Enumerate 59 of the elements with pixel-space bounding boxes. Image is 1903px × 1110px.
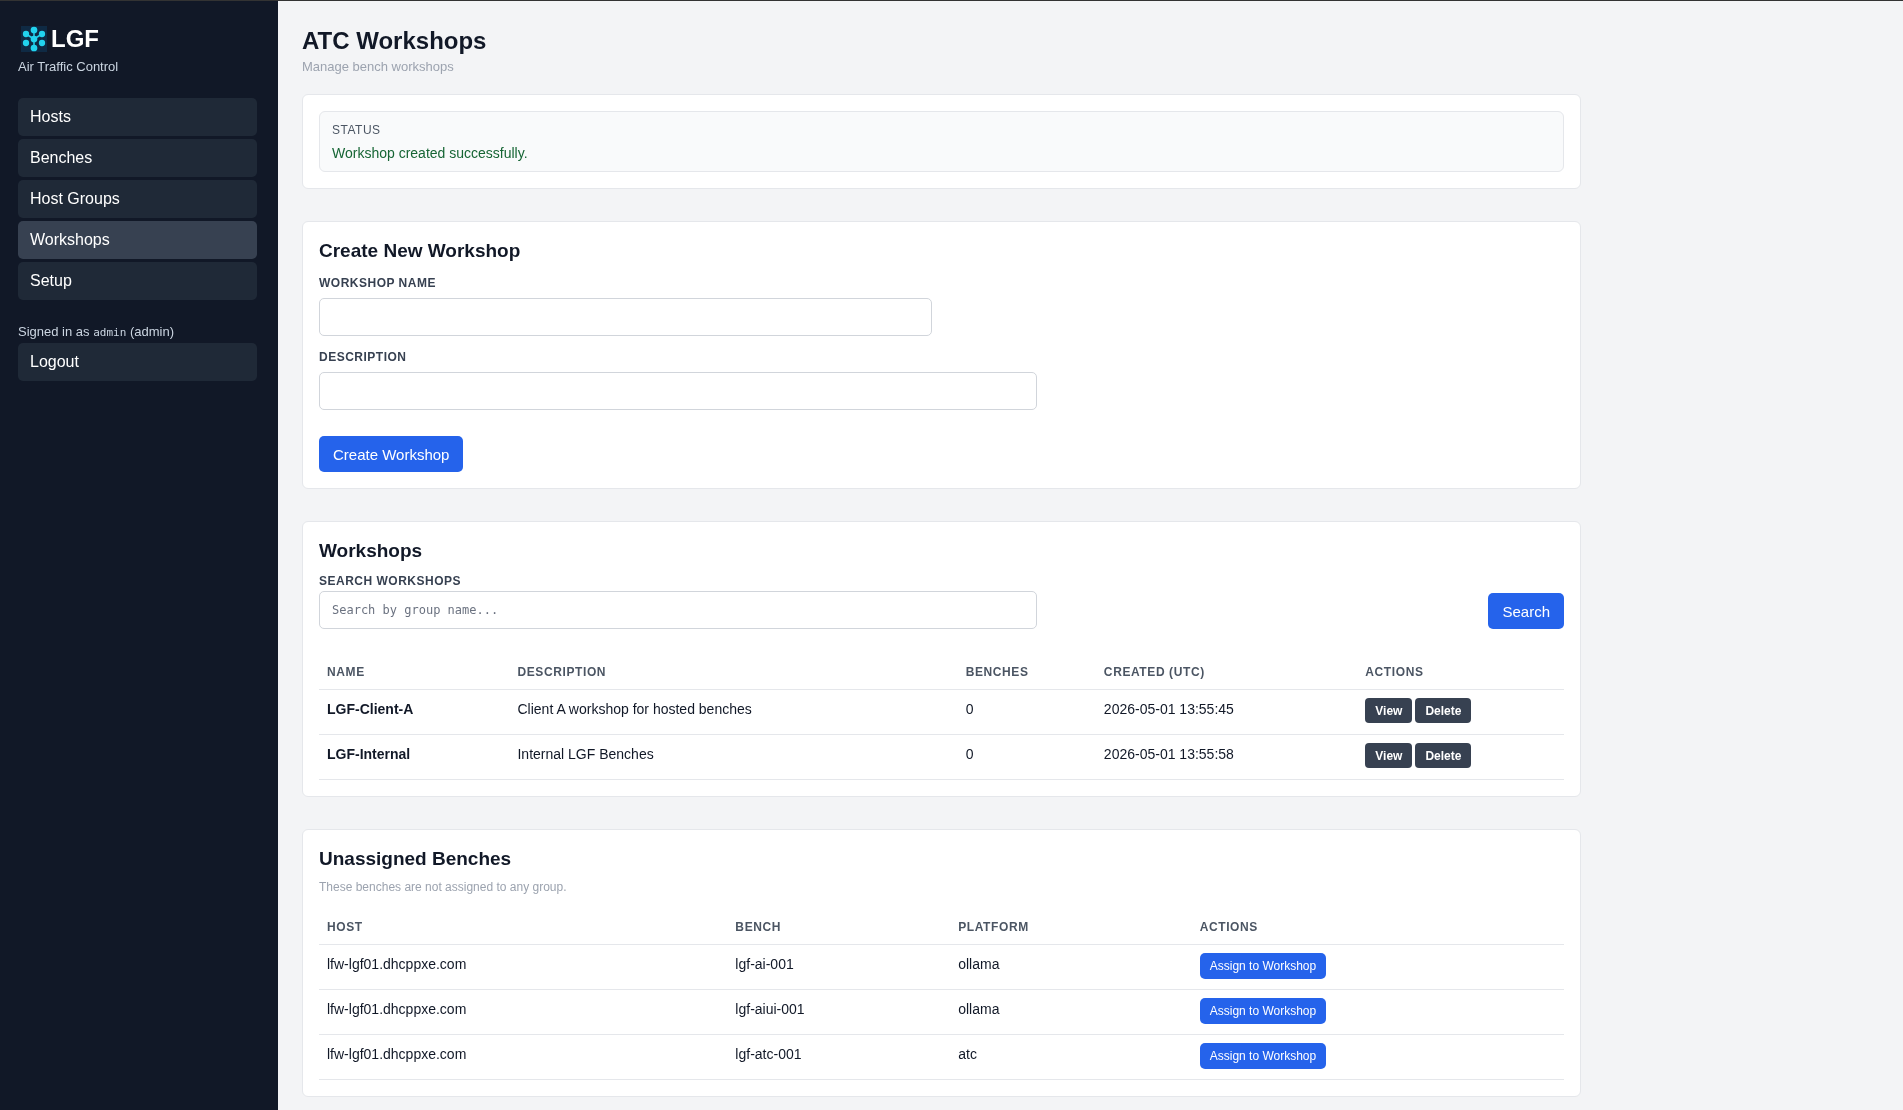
table-cell: lfw-lgf01.dhcppxe.com bbox=[319, 1034, 728, 1080]
field-label: SEARCH WORKSHOPS bbox=[319, 574, 462, 588]
assign-button[interactable]: Assign to Workshop bbox=[1199, 998, 1327, 1024]
assign-button[interactable]: Assign to Workshop bbox=[1199, 1043, 1327, 1069]
page-subtitle: Manage bench workshops bbox=[302, 59, 455, 74]
brand-name: LGF bbox=[51, 25, 99, 53]
status-message: Workshop created successfully. bbox=[332, 145, 529, 161]
page-title: ATC Workshops bbox=[302, 27, 487, 55]
column-header: CREATED (UTC) bbox=[1095, 657, 1358, 690]
create-workshop-button[interactable]: Create Workshop bbox=[319, 436, 464, 472]
field-label: DESCRIPTION bbox=[319, 350, 408, 364]
table-cell: ollama bbox=[950, 989, 1192, 1035]
nav-item[interactable]: Workshops bbox=[18, 221, 257, 259]
signed-in-text: Signed in as admin (admin) bbox=[18, 324, 175, 339]
column-header: NAME bbox=[319, 657, 510, 690]
action-button[interactable]: View bbox=[1365, 698, 1413, 723]
column-header: DESCRIPTION bbox=[509, 657, 958, 690]
table-cell: Client A workshop for hosted benches bbox=[509, 689, 958, 735]
table-cell: atc bbox=[950, 1034, 1192, 1080]
column-header: PLATFORM bbox=[950, 912, 1192, 945]
table-cell: lfw-lgf01.dhcppxe.com bbox=[319, 944, 728, 990]
brand-subtitle: Air Traffic Control bbox=[18, 59, 120, 74]
table-cell: lgf-atc-001 bbox=[727, 1034, 951, 1080]
table-cell: 2026-05-01 13:55:58 bbox=[1095, 734, 1358, 780]
table-cell: LGF-Client-A bbox=[319, 689, 510, 735]
column-header: HOST bbox=[319, 912, 728, 945]
column-header: ACTIONS bbox=[1357, 657, 1564, 690]
section-title: Workshops bbox=[319, 539, 423, 562]
nav-item[interactable]: Benches bbox=[18, 139, 257, 177]
nav-item[interactable]: Setup bbox=[18, 262, 257, 300]
nav-item[interactable]: Hosts bbox=[18, 98, 257, 136]
logout-button[interactable]: Logout bbox=[18, 343, 257, 381]
search-button[interactable]: Search bbox=[1488, 593, 1564, 629]
column-header: BENCHES bbox=[957, 657, 1096, 690]
table-cell: 0 bbox=[957, 734, 1096, 780]
nav-item[interactable]: Host Groups bbox=[18, 180, 257, 218]
action-button[interactable]: View bbox=[1365, 743, 1413, 768]
table-cell: ollama bbox=[950, 944, 1192, 990]
table-cell: Internal LGF Benches bbox=[509, 734, 958, 780]
logo-icon bbox=[21, 26, 47, 52]
field-label: WORKSHOP NAME bbox=[319, 276, 437, 290]
table-cell: lgf-ai-001 bbox=[727, 944, 951, 990]
section-title: Unassigned Benches bbox=[319, 847, 512, 870]
action-button[interactable]: Delete bbox=[1415, 698, 1472, 723]
table-cell: LGF-Internal bbox=[319, 734, 510, 780]
action-button[interactable]: Delete bbox=[1415, 743, 1472, 768]
table-cell: lfw-lgf01.dhcppxe.com bbox=[319, 989, 728, 1035]
assign-button[interactable]: Assign to Workshop bbox=[1199, 953, 1327, 979]
table-cell: 0 bbox=[957, 689, 1096, 735]
input-field[interactable] bbox=[319, 372, 1037, 410]
column-header: ACTIONS bbox=[1191, 912, 1564, 945]
section-title: Create New Workshop bbox=[319, 239, 521, 262]
input-field[interactable] bbox=[319, 298, 932, 336]
status-label: STATUS bbox=[332, 123, 382, 137]
column-header: BENCH bbox=[727, 912, 951, 945]
search-field[interactable]: Search by group name... bbox=[319, 591, 1037, 629]
table-cell: lgf-aiui-001 bbox=[727, 989, 951, 1035]
table-cell: 2026-05-01 13:55:45 bbox=[1095, 689, 1358, 735]
section-note: These benches are not assigned to any group. bbox=[319, 880, 568, 894]
